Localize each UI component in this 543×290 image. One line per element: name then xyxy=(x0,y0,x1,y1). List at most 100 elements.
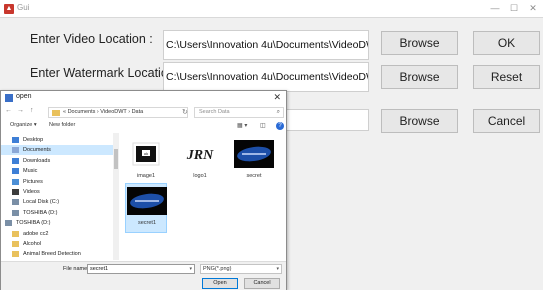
file-item-secret[interactable]: secret xyxy=(233,137,275,185)
folder-icon xyxy=(12,147,19,154)
folder-icon xyxy=(12,157,19,164)
folder-icon xyxy=(12,178,19,185)
nav-item-label: Videos xyxy=(23,189,40,195)
minimize-icon[interactable]: — xyxy=(487,2,503,15)
window-title: Gui xyxy=(17,3,30,12)
folder-icon xyxy=(12,168,19,175)
nav-item-label: Downloads xyxy=(23,157,51,164)
folder-icon xyxy=(12,209,19,216)
nav-item-label: Desktop xyxy=(23,137,44,143)
folder-icon xyxy=(12,199,19,206)
dialog-title-bar: open ✕ xyxy=(1,91,286,105)
dialog-title: open xyxy=(16,93,32,100)
breadcrumb-path: « Documents › VideoDWT › Data xyxy=(63,109,144,115)
nav-item-label: Pictures xyxy=(23,178,43,185)
folder-icon xyxy=(12,230,19,237)
main-window: ▲ Gui — ☐ ✕ Enter Video Location : C:\Us… xyxy=(0,0,543,290)
nav-item-label: Music xyxy=(23,168,38,175)
nav-scrollbar[interactable] xyxy=(113,133,119,260)
nav-item-label: Alcohol xyxy=(23,241,42,247)
dialog-cancel-button[interactable]: Cancel xyxy=(244,278,280,289)
file-name: image1 xyxy=(136,173,156,179)
folder-icon xyxy=(12,241,19,247)
dialog-toolbar: Organize ▾ New folder ▦ ▾ ◫ ? xyxy=(1,120,286,132)
navigation-pane: Desktop Documents Downloads Music Pictures Vi… xyxy=(1,133,119,260)
chevron-down-icon[interactable]: ▾ xyxy=(189,265,192,273)
folder-icon xyxy=(52,110,60,116)
nav-item-label: TOSHIBA (D:) xyxy=(16,220,51,227)
nav-item[interactable]: Local Disk (C:) xyxy=(1,197,113,207)
breadcrumb[interactable]: « Documents › VideoDWT › Data xyxy=(48,107,188,118)
browse-output-button[interactable]: Browse xyxy=(381,109,458,133)
image-thumbnail: JRN xyxy=(181,139,219,169)
title-bar: ▲ Gui — ☐ ✕ xyxy=(0,0,543,18)
nav-item[interactable]: Animal Breed Detection xyxy=(1,249,113,259)
maximize-icon[interactable]: ☐ xyxy=(506,2,522,15)
file-item-secret1[interactable]: secret1 xyxy=(125,183,167,233)
folder-icon xyxy=(5,220,12,227)
search-icon: ⌕ xyxy=(276,109,280,115)
view-options-icon[interactable]: ▦ ▾ xyxy=(237,122,247,129)
file-type-value: PNG(*.png) xyxy=(203,266,232,272)
folder-icon xyxy=(12,137,19,143)
file-item-logo1[interactable]: JRN logo1 xyxy=(179,137,221,185)
browse-watermark-button[interactable]: Browse xyxy=(381,65,458,89)
file-name: secret xyxy=(246,173,262,179)
nav-item[interactable]: TOSHIBA (D:) xyxy=(1,208,113,218)
close-icon[interactable]: ✕ xyxy=(525,2,541,15)
forward-arrow-icon[interactable]: → xyxy=(17,107,24,114)
open-button[interactable]: Open xyxy=(202,278,238,289)
video-location-field[interactable]: C:\Users\Innovation 4u\Documents\VideoDW… xyxy=(163,30,369,60)
search-placeholder: Search Data xyxy=(199,109,230,115)
chevron-down-icon[interactable]: ▾ xyxy=(276,265,279,273)
dialog-footer: File name: secret1 ▾ PNG(*.png) ▾ Open C… xyxy=(1,261,286,290)
file-item-image1[interactable]: ok image1 xyxy=(125,137,167,185)
folder-icon xyxy=(12,189,19,195)
samsung-logo-thumbnail xyxy=(234,140,274,168)
nav-item[interactable]: TOSHIBA (D:) xyxy=(1,218,113,228)
file-name-label: File name: xyxy=(63,266,89,272)
nav-item[interactable]: Documents xyxy=(1,145,113,156)
file-name-input[interactable]: secret1 ▾ xyxy=(87,264,195,274)
dialog-icon xyxy=(5,94,13,102)
new-folder-button[interactable]: New folder xyxy=(49,122,75,128)
nav-item[interactable]: adobe cc2 xyxy=(1,229,113,239)
nav-item[interactable]: Music xyxy=(1,166,113,176)
back-arrow-icon[interactable]: ← xyxy=(5,107,12,114)
open-file-dialog: open ✕ ← → ↑ « Documents › VideoDWT › Da… xyxy=(0,90,287,290)
file-name: secret1 xyxy=(137,220,157,226)
browse-video-button[interactable]: Browse xyxy=(381,31,458,55)
search-input[interactable]: Search Data ⌕ xyxy=(194,107,284,118)
nav-item[interactable]: Downloads xyxy=(1,156,113,166)
image-thumbnail: ok xyxy=(132,142,160,166)
nav-item[interactable]: Desktop xyxy=(1,135,113,145)
reset-button[interactable]: Reset xyxy=(473,65,540,89)
nav-item[interactable]: Videos xyxy=(1,187,113,197)
help-icon[interactable]: ? xyxy=(276,122,284,130)
video-location-label: Enter Video Location : xyxy=(30,32,153,46)
file-list: ok image1 JRN logo1 secret secret1 xyxy=(121,133,286,260)
file-name: logo1 xyxy=(193,173,207,179)
cancel-button[interactable]: Cancel xyxy=(473,109,540,133)
nav-item-label: Documents xyxy=(23,147,51,154)
preview-pane-icon[interactable]: ◫ xyxy=(260,122,266,129)
watermark-location-field[interactable]: C:\Users\Innovation 4u\Documents\VideoDW… xyxy=(163,62,369,92)
refresh-icon[interactable]: ↻ xyxy=(182,108,188,116)
nav-item-label: Animal Breed Detection xyxy=(23,251,81,258)
app-icon: ▲ xyxy=(4,4,14,14)
up-arrow-icon[interactable]: ↑ xyxy=(30,107,34,114)
nav-item-label: adobe cc2 xyxy=(23,230,49,237)
nav-item[interactable]: Pictures xyxy=(1,177,113,187)
nav-scroll-thumb[interactable] xyxy=(114,149,118,169)
svg-text:ok: ok xyxy=(144,151,148,156)
output-location-field[interactable] xyxy=(280,109,369,131)
nav-item-label: TOSHIBA (D:) xyxy=(23,209,58,216)
file-type-select[interactable]: PNG(*.png) ▾ xyxy=(200,264,282,274)
watermark-location-label: Enter Watermark Location : xyxy=(30,66,182,80)
nav-item[interactable]: Alcohol xyxy=(1,239,113,249)
nav-item-label: Local Disk (C:) xyxy=(23,199,60,206)
dialog-close-icon[interactable]: ✕ xyxy=(273,92,281,103)
ok-button[interactable]: OK xyxy=(473,31,540,55)
organize-menu[interactable]: Organize ▾ xyxy=(10,122,37,128)
file-name-value: secret1 xyxy=(90,266,109,272)
